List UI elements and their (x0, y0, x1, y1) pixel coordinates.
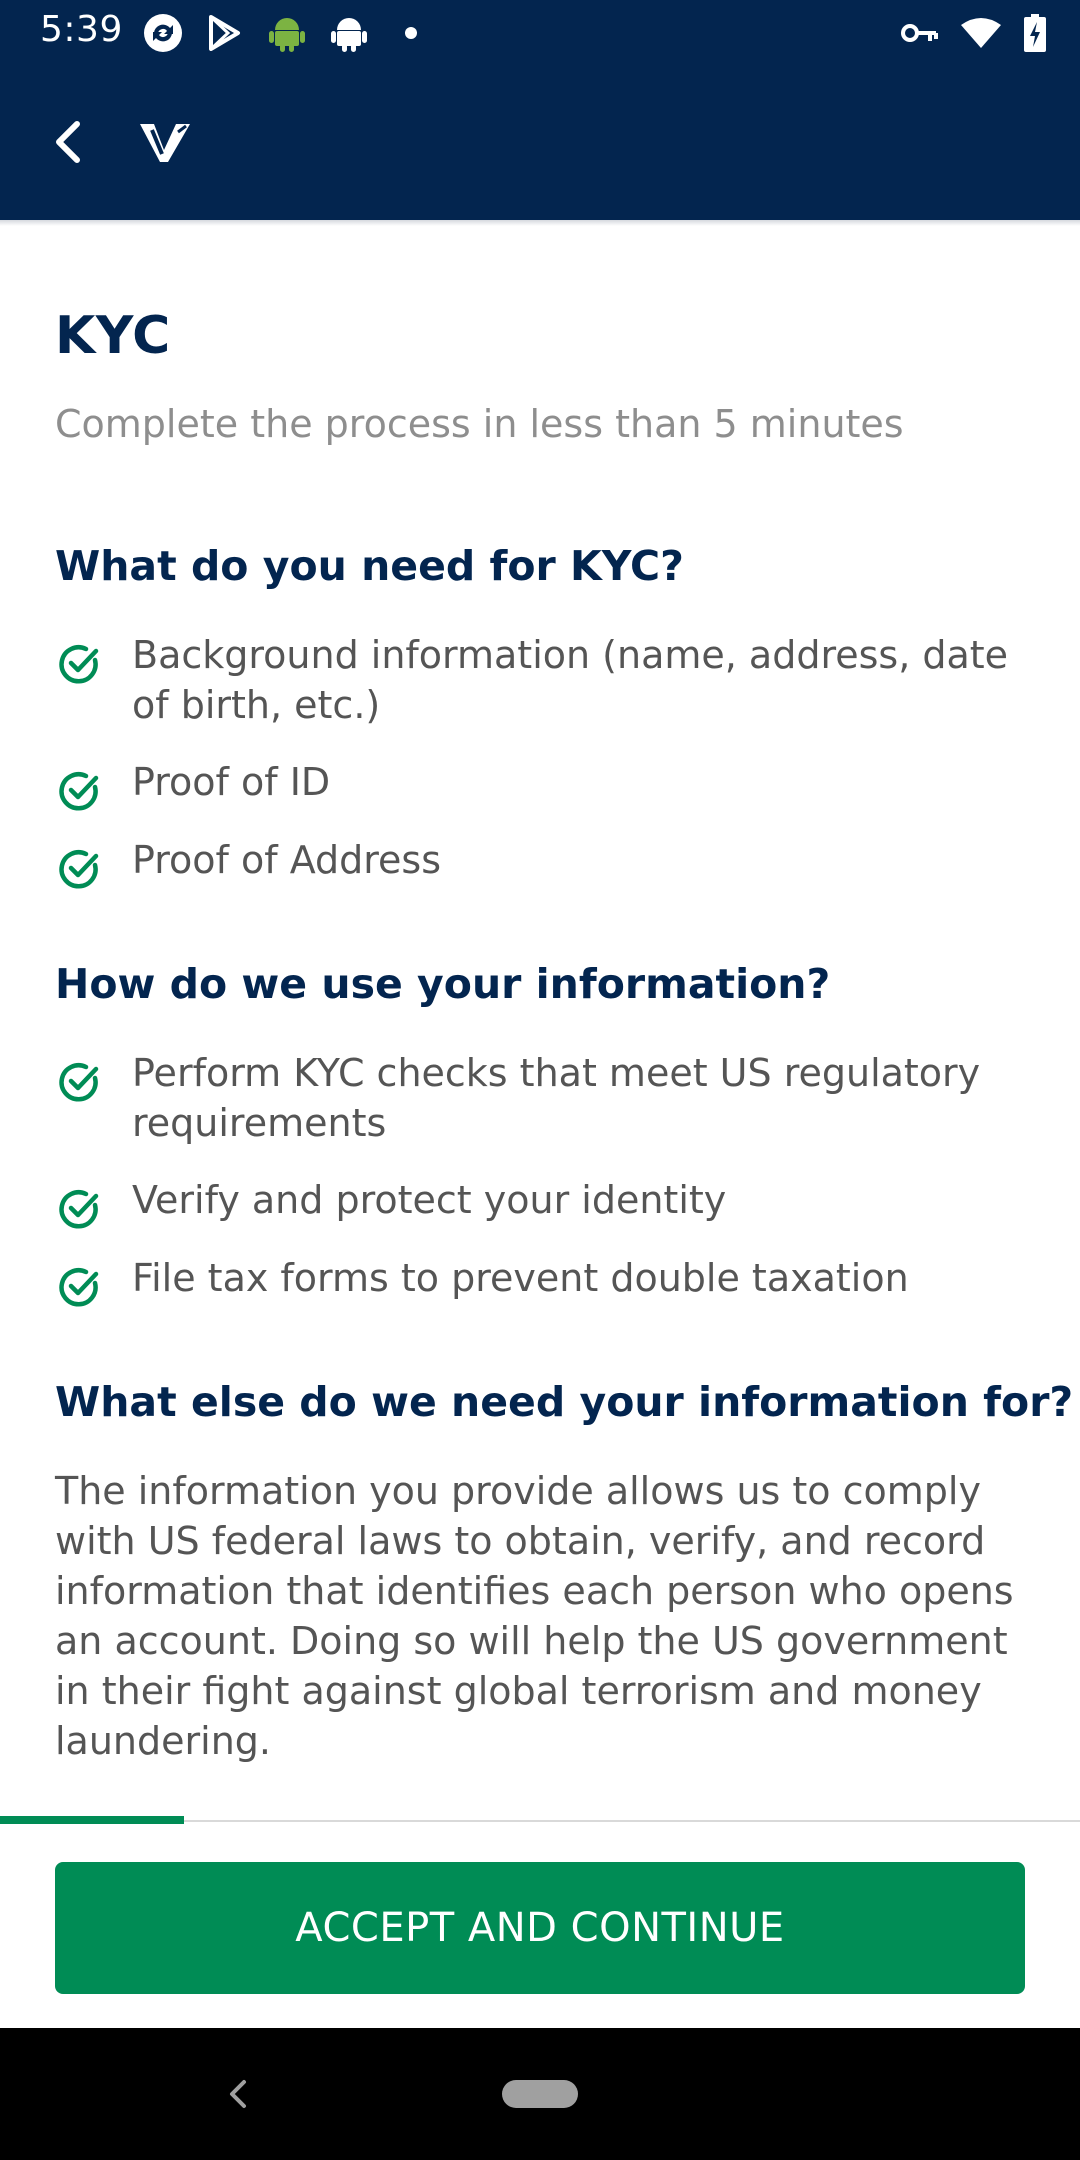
nav-back-button[interactable] (220, 2072, 256, 2116)
status-icons-left (140, 10, 450, 56)
page-subtitle: Complete the process in less than 5 minu… (55, 402, 904, 446)
section-heading-requirements: What do you need for KYC? (55, 542, 684, 590)
list-item-text: Perform KYC checks that meet US regulato… (132, 1051, 981, 1145)
list-item-text: Proof of Address (132, 838, 442, 882)
dot-icon (388, 10, 434, 56)
list-item-text: Verify and protect your identity (132, 1178, 727, 1222)
section-heading-usage: How do we use your information? (55, 960, 831, 1008)
list-item-text: File tax forms to prevent double taxatio… (132, 1256, 909, 1300)
wifi-icon (960, 17, 1002, 49)
check-circle-icon (59, 850, 99, 889)
progress-fill (0, 1816, 184, 1824)
accept-and-continue-button[interactable]: ACCEPT AND CONTINUE (55, 1862, 1025, 1994)
app-bar-shadow (0, 220, 1080, 226)
app-bar (0, 66, 1080, 220)
status-icons-right (878, 10, 1046, 56)
check-circle-icon (59, 1190, 99, 1229)
vpn-key-icon (900, 22, 938, 44)
chevron-left-icon (230, 2080, 246, 2108)
list-item-text: Background information (name, address, d… (132, 633, 1009, 727)
play-store-icon (202, 10, 248, 56)
chevron-left-icon (56, 121, 80, 163)
nav-home-pill[interactable] (502, 2080, 578, 2108)
v-logo-icon (138, 118, 194, 166)
list-item-text: Proof of ID (132, 760, 331, 804)
check-circle-icon (59, 1063, 99, 1102)
android-icon (326, 10, 372, 56)
back-button[interactable] (40, 114, 96, 170)
status-time: 5:39 (40, 9, 123, 50)
page-title: KYC (55, 306, 171, 366)
battery-icon (1024, 14, 1046, 52)
sync-icon (140, 10, 186, 56)
section-heading-other-uses: What else do we need your information fo… (55, 1378, 1074, 1426)
check-circle-icon (59, 1268, 99, 1307)
android-icon (264, 10, 310, 56)
body-paragraph: The information you provide allows us to… (55, 1469, 1014, 1763)
navigation-bar (0, 2028, 1080, 2160)
check-circle-icon (59, 772, 99, 811)
check-circle-icon (59, 645, 99, 684)
status-bar: 5:39 (0, 0, 1080, 66)
